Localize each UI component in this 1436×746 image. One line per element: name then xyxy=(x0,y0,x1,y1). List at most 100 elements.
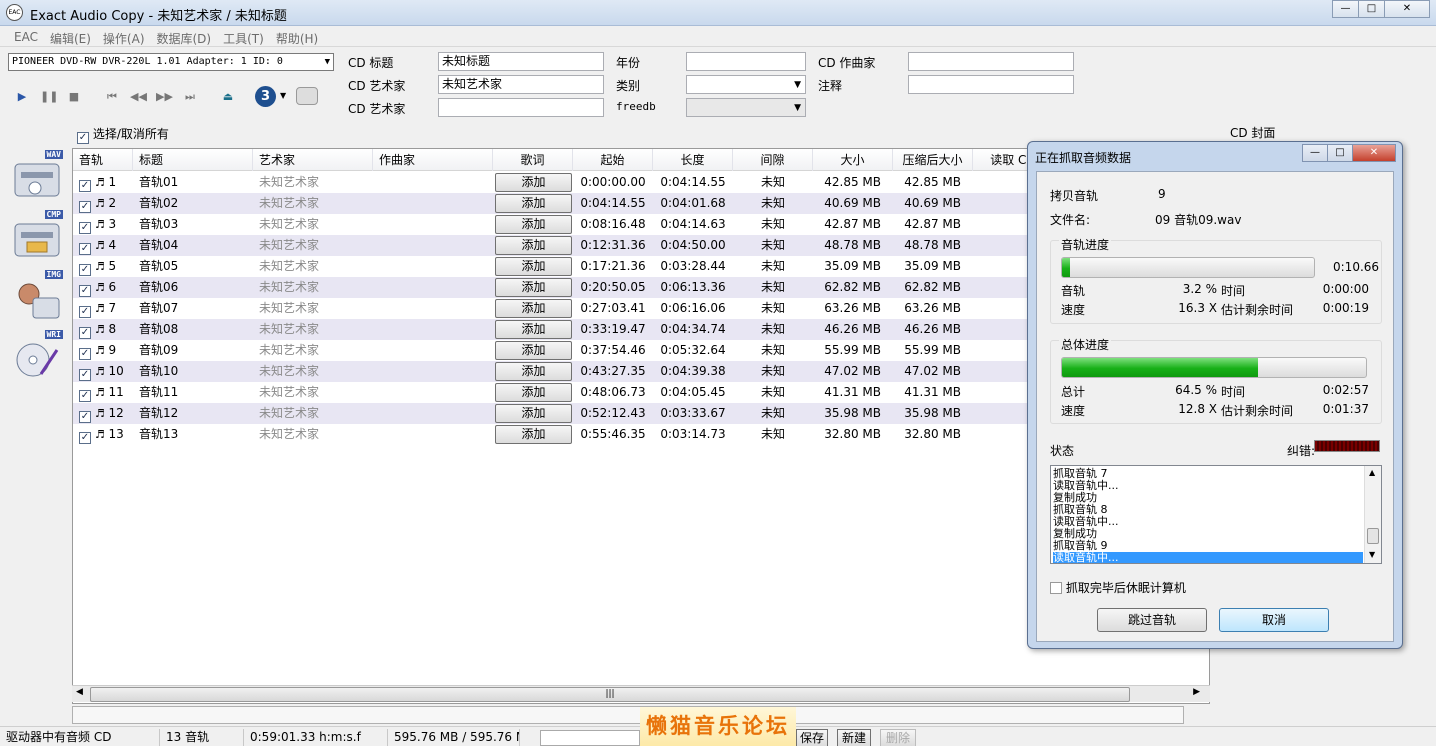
minimize-icon[interactable]: — xyxy=(1332,0,1359,18)
track-number-badge[interactable]: 3 xyxy=(255,86,276,107)
add-lyrics-button[interactable]: 添加 xyxy=(495,320,572,339)
add-lyrics-button[interactable]: 添加 xyxy=(495,173,572,192)
track-artist[interactable]: 未知艺术家 xyxy=(259,256,369,277)
close-icon[interactable]: ✕ xyxy=(1384,0,1430,18)
scroll-up-icon[interactable]: ▲ xyxy=(1369,468,1375,477)
track-cell[interactable]: ✓ ♬ 1 xyxy=(79,172,133,193)
track-composer[interactable] xyxy=(379,382,489,403)
col-lyrics[interactable]: 歌词 xyxy=(493,149,573,171)
checkbox-icon[interactable]: ✓ xyxy=(79,201,91,213)
checkbox-icon[interactable]: ✓ xyxy=(79,369,91,381)
menu-eac[interactable]: EAC xyxy=(8,27,44,46)
checkbox-icon[interactable]: ✓ xyxy=(79,306,91,318)
track-cell[interactable]: ✓ ♬ 6 xyxy=(79,277,133,298)
delete-button[interactable]: 删除 xyxy=(880,729,916,746)
track-artist[interactable]: 未知艺术家 xyxy=(259,277,369,298)
freedb-select[interactable]: ▼ xyxy=(686,98,806,117)
hibernate-checkbox[interactable]: 抓取完毕后休眠计算机 xyxy=(1050,579,1186,596)
write-cd-icon[interactable]: WRI xyxy=(11,330,63,380)
track-cell[interactable]: ✓ ♬ 10 xyxy=(79,361,133,382)
track-title[interactable]: 音轨06 xyxy=(139,277,249,298)
scroll-down-icon[interactable]: ▼ xyxy=(1369,550,1375,559)
track-composer[interactable] xyxy=(379,361,489,382)
add-lyrics-button[interactable]: 添加 xyxy=(495,215,572,234)
copy-wav-icon[interactable]: WAV xyxy=(11,150,63,200)
track-cell[interactable]: ✓ ♬ 8 xyxy=(79,319,133,340)
track-artist[interactable]: 未知艺术家 xyxy=(259,361,369,382)
new-button[interactable]: 新建 xyxy=(837,729,871,746)
col-track[interactable]: 音轨 xyxy=(73,149,133,171)
add-lyrics-button[interactable]: 添加 xyxy=(495,341,572,360)
track-composer[interactable] xyxy=(379,319,489,340)
track-artist[interactable]: 未知艺术家 xyxy=(259,235,369,256)
add-lyrics-button[interactable]: 添加 xyxy=(495,257,572,276)
track-title[interactable]: 音轨05 xyxy=(139,256,249,277)
rewind-icon[interactable]: ◀◀ xyxy=(130,89,147,105)
checkbox-icon[interactable]: ✓ xyxy=(79,243,91,255)
track-composer[interactable] xyxy=(379,256,489,277)
track-composer[interactable] xyxy=(379,424,489,445)
maximize-icon[interactable]: □ xyxy=(1327,144,1353,162)
horizontal-scrollbar[interactable]: ◀ ||| ▶ xyxy=(72,685,1210,702)
track-title[interactable]: 音轨11 xyxy=(139,382,249,403)
col-compressed-size[interactable]: 压缩后大小 xyxy=(893,149,973,171)
maximize-icon[interactable]: □ xyxy=(1358,0,1385,18)
track-artist[interactable]: 未知艺术家 xyxy=(259,382,369,403)
year-input[interactable] xyxy=(686,52,806,71)
track-artist[interactable]: 未知艺术家 xyxy=(259,193,369,214)
track-artist[interactable]: 未知艺术家 xyxy=(259,424,369,445)
track-artist[interactable]: 未知艺术家 xyxy=(259,319,369,340)
track-cell[interactable]: ✓ ♬ 3 xyxy=(79,214,133,235)
log-scrollbar[interactable]: ▲ ▼ xyxy=(1364,466,1381,563)
track-title[interactable]: 音轨10 xyxy=(139,361,249,382)
track-composer[interactable] xyxy=(379,214,489,235)
track-cell[interactable]: ✓ ♬ 4 xyxy=(79,235,133,256)
col-gap[interactable]: 间隙 xyxy=(733,149,813,171)
select-all-checkbox[interactable]: ✓ 选择/取消所有 xyxy=(77,125,169,144)
track-title[interactable]: 音轨03 xyxy=(139,214,249,235)
add-lyrics-button[interactable]: 添加 xyxy=(495,404,572,423)
add-lyrics-button[interactable]: 添加 xyxy=(495,194,572,213)
save-button[interactable]: 保存 xyxy=(796,729,828,746)
track-artist[interactable]: 未知艺术家 xyxy=(259,214,369,235)
track-cell[interactable]: ✓ ♬ 13 xyxy=(79,424,133,445)
status-log[interactable]: 抓取音轨 7 读取音轨中... 复制成功 抓取音轨 8 读取音轨中... 复制成… xyxy=(1050,465,1382,564)
eject-icon[interactable]: ⏏ xyxy=(220,89,236,105)
close-icon[interactable]: ✕ xyxy=(1352,144,1396,162)
track-title[interactable]: 音轨09 xyxy=(139,340,249,361)
track-title[interactable]: 音轨02 xyxy=(139,193,249,214)
track-cell[interactable]: ✓ ♬ 12 xyxy=(79,403,133,424)
add-lyrics-button[interactable]: 添加 xyxy=(495,278,572,297)
track-cell[interactable]: ✓ ♬ 11 xyxy=(79,382,133,403)
track-artist[interactable]: 未知艺术家 xyxy=(259,340,369,361)
add-lyrics-button[interactable]: 添加 xyxy=(495,299,572,318)
checkbox-icon[interactable]: ✓ xyxy=(79,390,91,402)
track-title[interactable]: 音轨08 xyxy=(139,319,249,340)
col-title[interactable]: 标题 xyxy=(133,149,253,171)
track-composer[interactable] xyxy=(379,277,489,298)
col-start[interactable]: 起始 xyxy=(573,149,653,171)
track-composer[interactable] xyxy=(379,172,489,193)
cd-title-input[interactable]: 未知标题 xyxy=(438,52,604,71)
skip-track-button[interactable]: 跳过音轨 xyxy=(1097,608,1207,632)
log-scroll-thumb[interactable] xyxy=(1367,528,1379,544)
checkbox-icon[interactable]: ✓ xyxy=(79,327,91,339)
checkbox-icon[interactable]: ✓ xyxy=(79,348,91,360)
checkbox-icon[interactable]: ✓ xyxy=(79,264,91,276)
minimize-icon[interactable]: — xyxy=(1302,144,1328,162)
menu-tools[interactable]: 工具(T) xyxy=(217,27,270,46)
genre-select[interactable]: ▼ xyxy=(686,75,806,94)
menu-help[interactable]: 帮助(H) xyxy=(270,27,324,46)
checkbox-icon[interactable]: ✓ xyxy=(79,180,91,192)
track-title[interactable]: 音轨01 xyxy=(139,172,249,193)
copy-compressed-icon[interactable]: CMP xyxy=(11,210,63,260)
scroll-right-icon[interactable]: ▶ xyxy=(1193,687,1200,697)
col-size[interactable]: 大小 xyxy=(813,149,893,171)
track-title[interactable]: 音轨04 xyxy=(139,235,249,256)
add-lyrics-button[interactable]: 添加 xyxy=(495,383,572,402)
track-title[interactable]: 音轨12 xyxy=(139,403,249,424)
play-icon[interactable]: ▶ xyxy=(14,89,30,105)
copy-image-icon[interactable]: IMG xyxy=(11,270,63,320)
cd-drive-icon[interactable] xyxy=(296,87,318,105)
track-cell[interactable]: ✓ ♬ 5 xyxy=(79,256,133,277)
